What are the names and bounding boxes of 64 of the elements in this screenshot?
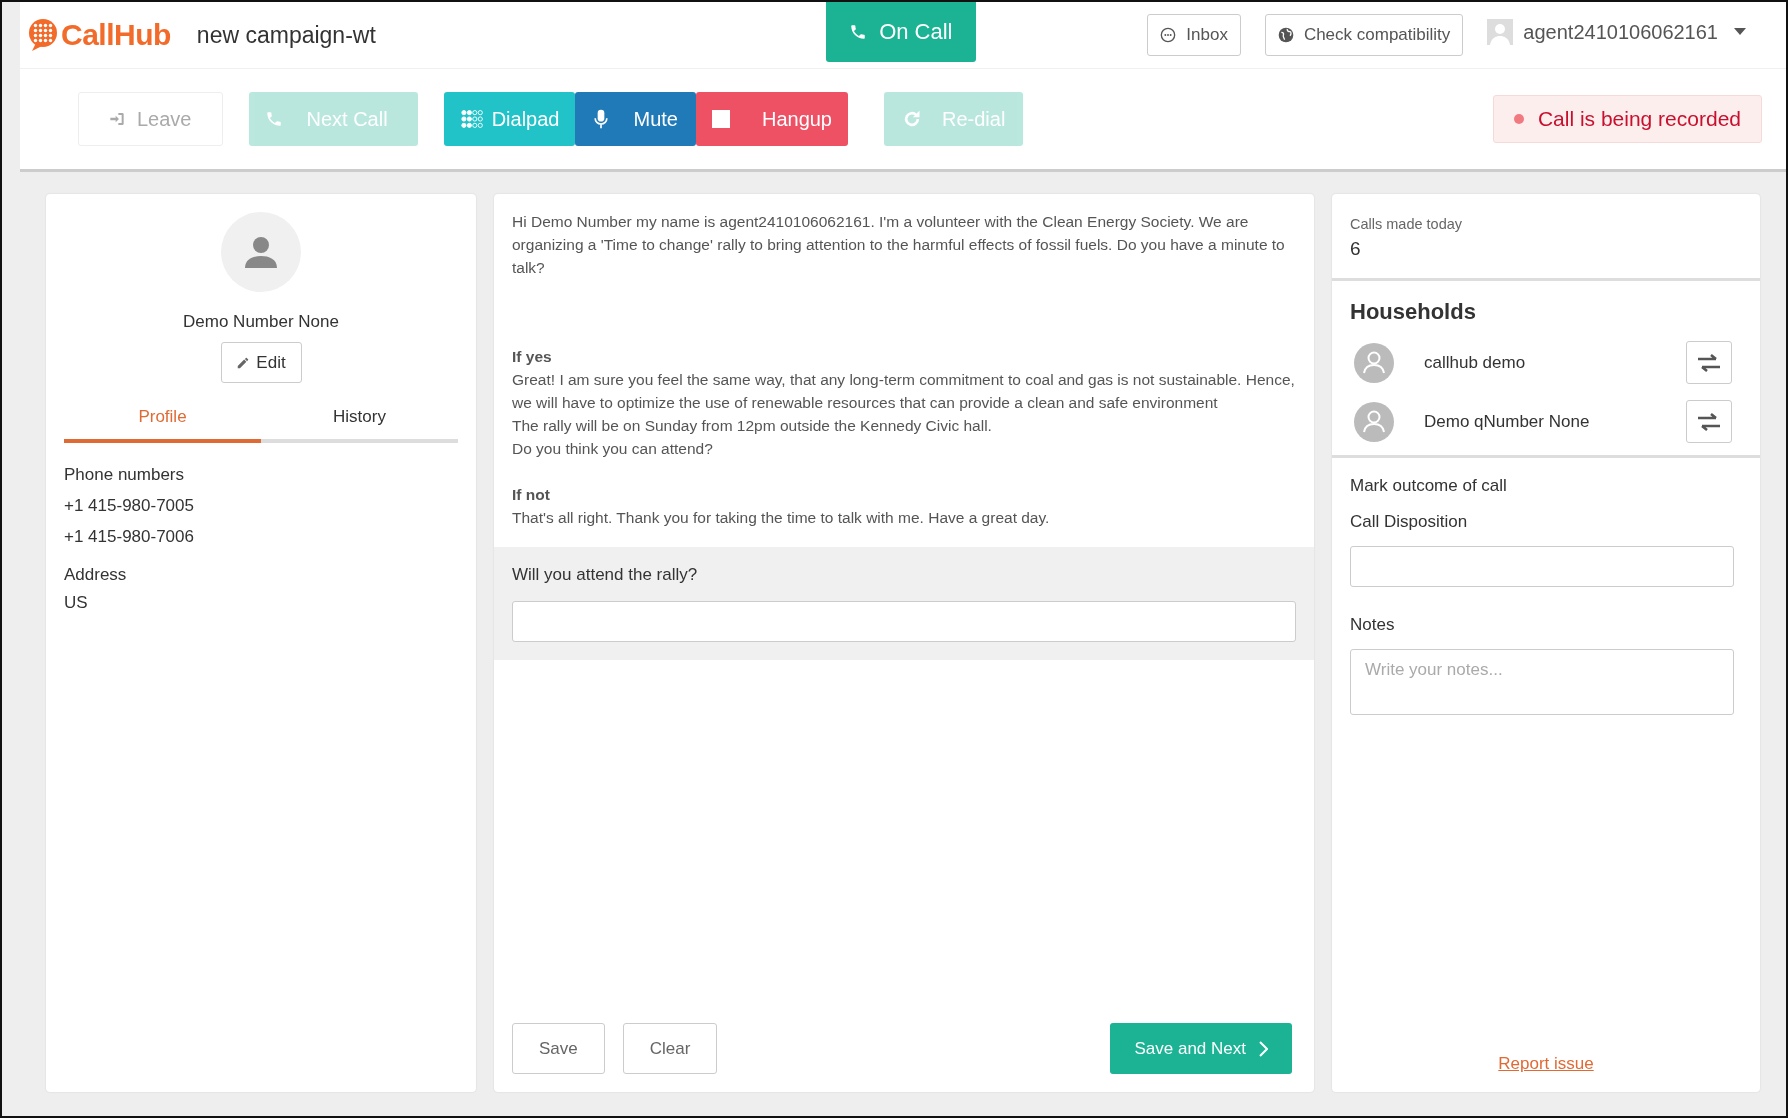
person-icon (243, 236, 279, 268)
phone-number: +1 415-980-7005 (64, 496, 194, 516)
person-icon (1354, 401, 1394, 442)
phone-icon (849, 23, 868, 41)
person-icon (1354, 342, 1394, 383)
microphone-icon (593, 109, 610, 129)
script-text: Do you think you can attend? (512, 439, 714, 459)
save-and-next-button[interactable]: Save and Next (1110, 1023, 1292, 1074)
script-text: Hi Demo Number my name is agent2410106062161. I'm a volunteer with the Clean Energy Society. We are organizing a 'Time to change' rally to bring attention to the harmful effects of fossil fuels. Do you have a minute to talk? (512, 212, 1286, 278)
chat-icon (1160, 27, 1177, 43)
sign-in-icon (109, 111, 125, 127)
edit-button[interactable]: Edit (220, 342, 302, 383)
script-heading: If not (512, 485, 551, 505)
phone-number: +1 415-980-7006 (64, 527, 194, 547)
recording-dot-icon (1513, 114, 1524, 124)
check-compatibility-button[interactable]: Check compatibility (1264, 14, 1464, 56)
script-heading: If yes (512, 347, 553, 367)
swap-icon (1697, 353, 1721, 372)
chevron-right-icon (1258, 1040, 1268, 1057)
address-value: US (64, 593, 88, 613)
dialpad-button[interactable]: Dialpad (443, 92, 576, 146)
switch-button[interactable] (1686, 400, 1732, 443)
field-label: Address (64, 565, 127, 585)
caret-icon (1734, 28, 1746, 36)
switch-button[interactable] (1686, 341, 1732, 384)
logo[interactable]: CallHub (28, 18, 171, 52)
households-title: Households (1350, 299, 1477, 325)
recording-badge: Call is being recorded (1492, 95, 1762, 143)
tab[interactable]: History (261, 407, 458, 443)
household-member: callhub demo (1424, 352, 1527, 373)
hangup-button[interactable]: Hangup (695, 92, 848, 146)
user-menu[interactable]: agent2410106062161 (1487, 19, 1746, 45)
outcome-title: Mark outcome of call (1350, 476, 1508, 496)
on-call-button[interactable]: On Call (825, 2, 976, 62)
phone-icon (264, 110, 283, 128)
disposition-field[interactable] (1350, 546, 1734, 587)
field-label: Phone numbers (64, 465, 185, 485)
avatar-icon (1487, 19, 1514, 45)
stats-label: Calls made today (1350, 216, 1464, 232)
script-text: The rally will be on Sunday from 12pm outside the Kennedy Civic hall. (512, 416, 993, 436)
inbox-button[interactable]: Inbox (1147, 14, 1241, 56)
answer-field[interactable] (512, 601, 1296, 642)
field-label: Call Disposition (1350, 512, 1469, 532)
report-issue-link[interactable]: Report issue (1498, 1054, 1594, 1074)
campaign-name: new campaign-wt (196, 21, 376, 49)
mute-button[interactable]: Mute (575, 92, 696, 146)
refresh-icon (902, 109, 922, 129)
question-label: Will you attend the rally? (512, 565, 699, 585)
stop-icon (711, 110, 730, 128)
save-button[interactable]: Save (512, 1023, 605, 1074)
globe-icon (1277, 27, 1294, 43)
tab[interactable]: Profile (64, 407, 261, 443)
clear-button[interactable]: Clear (622, 1023, 718, 1074)
pencil-icon (236, 355, 251, 370)
script-text: Great! I am sure you feel the same way, that any long-term commitment to coal and gas is not sustainable. Hence, we will have to optimize the use of renewable resources that can provide a clean and safe environment (512, 370, 1296, 413)
dialpad-icon (459, 109, 486, 129)
script-text: That's all right. Thank you for taking the time to talk with me. Have a great day. (512, 508, 1051, 528)
contact-name: Demo Number None (183, 312, 339, 332)
logo-icon (28, 18, 58, 52)
field-label: Notes (1350, 615, 1396, 635)
notes-field[interactable]: Write your notes... (1350, 649, 1734, 715)
swap-icon (1697, 412, 1721, 431)
household-member: Demo qNumber None (1424, 411, 1591, 432)
stats-value: 6 (1350, 238, 1362, 260)
